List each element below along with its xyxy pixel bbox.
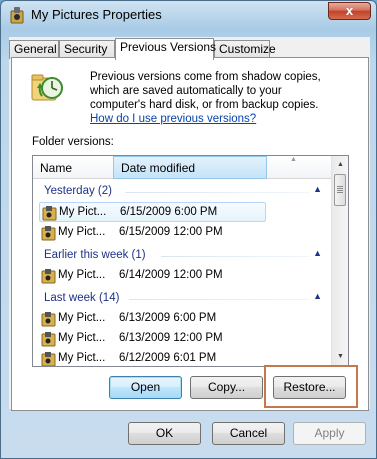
ok-button[interactable]: OK xyxy=(128,422,201,445)
folder-camera-icon xyxy=(41,352,56,366)
tab-previous-versions[interactable]: Previous Versions xyxy=(115,38,216,60)
close-icon: x xyxy=(345,3,354,18)
scroll-up-arrow-icon[interactable]: ▲ xyxy=(333,157,348,173)
list-item[interactable]: My Pict... 6/13/2009 12:00 PM xyxy=(39,329,266,349)
column-header-date-modified[interactable]: ▲ Date modified xyxy=(113,156,297,179)
list-item[interactable]: My Pict... 6/13/2009 6:00 PM xyxy=(39,309,266,329)
column-header-name[interactable]: Name xyxy=(40,161,72,175)
versions-list[interactable]: Name ▲ Date modified Yesterday (2) ▲ My … xyxy=(32,155,349,367)
copy-button[interactable]: Copy... xyxy=(190,376,263,399)
folder-clock-icon xyxy=(31,74,63,101)
group-divider xyxy=(129,299,309,300)
list-item[interactable]: My Pict... 6/14/2009 12:00 PM xyxy=(39,266,266,286)
collapse-chevron-icon[interactable]: ▲ xyxy=(313,184,322,194)
open-button[interactable]: Open xyxy=(109,376,182,399)
group-header-last-week[interactable]: Last week (14) ▲ xyxy=(33,290,333,308)
folder-camera-icon xyxy=(41,226,56,241)
apply-button[interactable]: Apply xyxy=(293,422,366,445)
list-item[interactable]: My Pict... 6/12/2009 6:01 PM xyxy=(39,349,266,366)
info-description: Previous versions come from shadow copie… xyxy=(90,71,321,125)
close-button[interactable]: x xyxy=(328,2,371,20)
title-bar[interactable]: My Pictures Properties x xyxy=(1,1,376,29)
help-link[interactable]: How do I use previous versions? xyxy=(90,113,256,125)
list-item[interactable]: My Pict... 6/15/2009 12:00 PM xyxy=(39,223,266,243)
group-divider xyxy=(161,256,309,257)
group-divider xyxy=(125,192,309,193)
scroll-down-arrow-icon[interactable]: ▼ xyxy=(333,349,348,365)
folder-camera-icon xyxy=(41,269,56,284)
list-item[interactable]: My Pict... 6/15/2009 6:00 PM xyxy=(39,202,266,222)
group-header-earlier-this-week[interactable]: Earlier this week (1) ▲ xyxy=(33,247,333,265)
sort-up-icon: ▲ xyxy=(290,156,297,163)
folder-camera-icon xyxy=(10,7,24,24)
cancel-button[interactable]: Cancel xyxy=(212,422,285,445)
restore-highlight-frame xyxy=(264,365,358,408)
folder-camera-icon xyxy=(42,206,57,221)
collapse-chevron-icon[interactable]: ▲ xyxy=(313,291,322,301)
window-title: My Pictures Properties xyxy=(31,7,162,22)
folder-camera-icon xyxy=(41,332,56,347)
list-header: Name ▲ Date modified xyxy=(33,156,333,179)
scroll-thumb[interactable] xyxy=(334,174,346,206)
collapse-chevron-icon[interactable]: ▲ xyxy=(313,248,322,258)
folder-versions-label: Folder versions: xyxy=(32,136,114,148)
group-header-yesterday[interactable]: Yesterday (2) ▲ xyxy=(33,183,333,201)
previous-versions-panel: Previous versions come from shadow copie… xyxy=(11,57,369,411)
folder-camera-icon xyxy=(41,312,56,327)
properties-window: My Pictures Properties x General Securit… xyxy=(0,0,377,459)
vertical-scrollbar[interactable]: ▲ ▼ xyxy=(331,156,348,366)
